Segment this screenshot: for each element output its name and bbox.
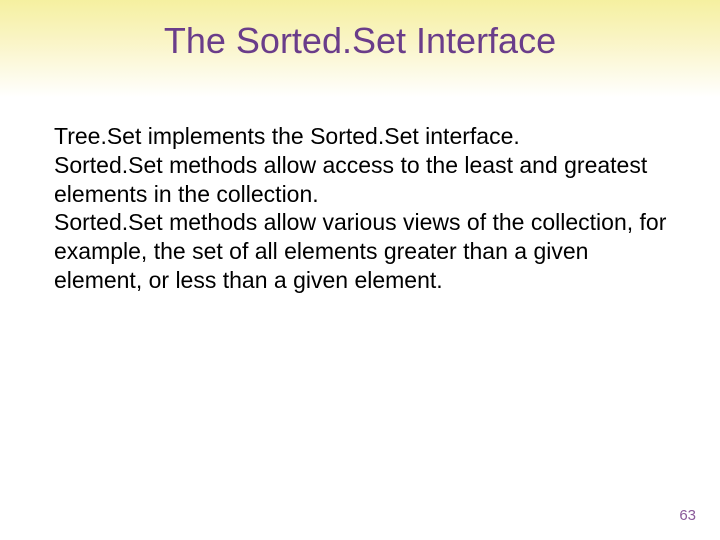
- slide-title: The Sorted.Set Interface: [0, 0, 720, 62]
- body-paragraph: Sorted.Set methods allow access to the l…: [40, 151, 670, 209]
- page-number: 63: [679, 507, 696, 524]
- slide-body: Tree.Set implements the Sorted.Set inter…: [0, 62, 720, 295]
- body-paragraph: Sorted.Set methods allow various views o…: [40, 208, 670, 294]
- body-paragraph: Tree.Set implements the Sorted.Set inter…: [40, 122, 670, 151]
